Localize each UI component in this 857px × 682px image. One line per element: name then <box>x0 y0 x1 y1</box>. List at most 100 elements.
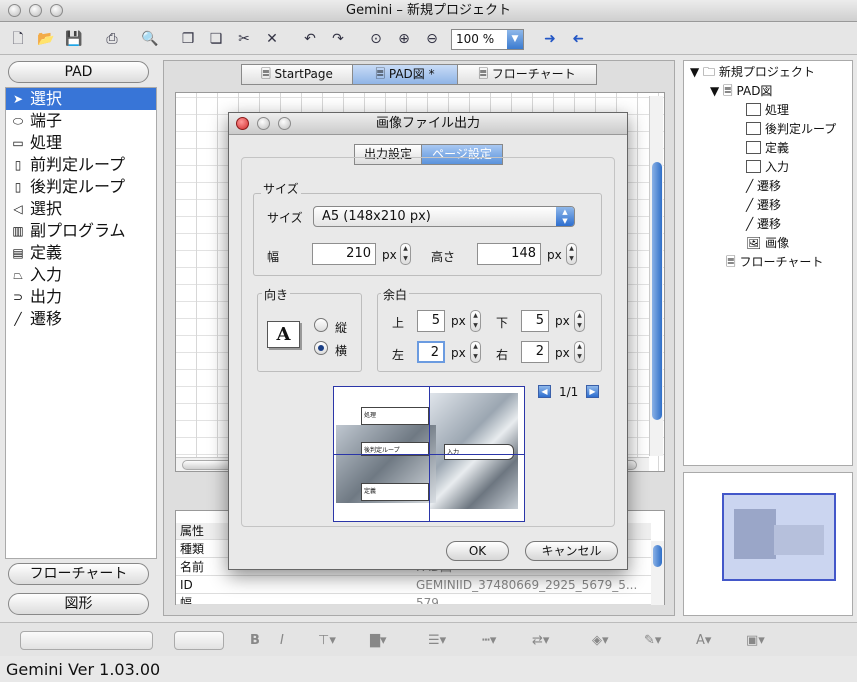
tree-item-transition[interactable]: ╱ 遷移 <box>746 215 781 234</box>
bold-icon[interactable]: B <box>250 633 260 648</box>
zoom-fit-icon[interactable]: ⊙ <box>366 29 386 49</box>
font-size-select[interactable] <box>174 631 224 650</box>
delete-icon[interactable]: ✕ <box>262 29 282 49</box>
zoom-window-button[interactable] <box>50 4 63 17</box>
zoom-select[interactable]: 100 % ▼ <box>451 29 524 50</box>
tree-item-flowchart[interactable]: 🗏 フローチャート <box>726 253 823 272</box>
tab-pad-diagram[interactable]: 🗏 PAD図 * <box>352 64 458 85</box>
close-window-button[interactable] <box>8 4 21 17</box>
palette-item-post-loop[interactable]: ▯ 後判定ループ <box>6 176 156 198</box>
minimap-shape <box>774 525 824 555</box>
cut-icon[interactable]: ✂ <box>234 29 254 49</box>
minimize-dialog-button[interactable] <box>257 117 270 130</box>
zoom-in-icon[interactable]: ⊕ <box>394 29 414 49</box>
print-icon[interactable]: ⎙ <box>102 29 122 49</box>
table-row[interactable]: ID GEMINIID_37480669_2925_5679_5... <box>176 577 651 594</box>
tree-item-post-loop[interactable]: 後判定ループ <box>746 120 836 139</box>
print-preview-icon[interactable]: 🔍 <box>140 29 160 49</box>
width-stepper[interactable]: ▲ ▼ <box>400 243 411 265</box>
shadow-icon[interactable]: ▣▾ <box>746 633 765 648</box>
fill-color-icon[interactable]: ◈▾ <box>592 633 609 648</box>
paste-icon[interactable]: ❏ <box>206 29 226 49</box>
new-file-icon[interactable]: 🗋 <box>8 29 28 49</box>
margin-bottom-unit: px <box>555 314 570 328</box>
tree-item-input[interactable]: 入力 <box>746 158 789 177</box>
previous-page-button[interactable]: ◀ <box>538 385 551 398</box>
tree-item-image[interactable]: 🖼 画像 <box>746 234 789 253</box>
margin-group-label: 余白 <box>381 286 410 303</box>
property-scrollbar[interactable] <box>651 541 664 605</box>
shape-palette: ➤ 選択 ⬭ 端子 ▭ 処理 ▯ 前判定ループ ▯ 後判定ループ ◁ 選択 ▥ 副プログラム … <box>5 87 157 559</box>
scroll-thumb[interactable] <box>653 545 662 567</box>
disclosure-triangle-icon[interactable]: ▼ <box>690 65 703 79</box>
overview-minimap[interactable] <box>683 472 853 616</box>
flowchart-palette-button[interactable]: フローチャート <box>8 563 149 585</box>
text-color-icon[interactable]: A▾ <box>696 633 711 648</box>
disclosure-triangle-icon[interactable]: ▼ <box>710 84 723 98</box>
align-top-icon[interactable]: ⊤▾ <box>318 633 336 648</box>
page-icon: 🗏 <box>723 84 737 98</box>
margin-left-stepper[interactable]: ▲ ▼ <box>470 341 481 363</box>
tree-item-process[interactable]: 処理 <box>746 101 789 120</box>
margin-right-field[interactable]: 2 <box>521 341 549 363</box>
italic-icon[interactable]: I <box>280 633 284 648</box>
open-folder-icon[interactable]: 📂 <box>36 29 56 49</box>
palette-item-pre-loop[interactable]: ▯ 前判定ループ <box>6 154 156 176</box>
palette-item-transition[interactable]: ╱ 遷移 <box>6 308 156 330</box>
arrow-left-icon[interactable]: ➜ <box>568 29 588 49</box>
margin-top-stepper[interactable]: ▲ ▼ <box>470 310 481 332</box>
palette-item-definition[interactable]: ▤ 定義 <box>6 242 156 264</box>
width-field[interactable]: 210 <box>312 243 376 265</box>
pad-palette-button[interactable]: PAD <box>8 61 149 83</box>
palette-item-selection[interactable]: ◁ 選択 <box>6 198 156 220</box>
tree-item-pad[interactable]: ▼ 🗏 PAD図 <box>710 82 772 101</box>
landscape-radio[interactable] <box>314 341 328 355</box>
palette-item-process[interactable]: ▭ 処理 <box>6 132 156 154</box>
zoom-dialog-button[interactable] <box>278 117 291 130</box>
height-stepper[interactable]: ▲ ▼ <box>566 243 577 265</box>
line-color-icon[interactable]: ✎▾ <box>644 633 661 648</box>
copy-icon[interactable]: ❐ <box>178 29 198 49</box>
line-width-icon[interactable]: ☰▾ <box>428 633 446 648</box>
font-family-select[interactable] <box>20 631 153 650</box>
portrait-radio[interactable] <box>314 318 328 332</box>
paper-size-select[interactable]: A5 (148x210 px) ▲ ▼ <box>313 206 575 227</box>
ok-button[interactable]: OK <box>446 541 509 561</box>
scroll-thumb[interactable] <box>652 162 662 420</box>
close-dialog-button[interactable] <box>236 117 249 130</box>
palette-item-input[interactable]: ⏢ 入力 <box>6 264 156 286</box>
zoom-out-icon[interactable]: ⊖ <box>422 29 442 49</box>
margin-bottom-field[interactable]: 5 <box>521 310 549 332</box>
table-row[interactable]: 幅 579 <box>176 595 651 605</box>
align-middle-icon[interactable]: ▇▾ <box>370 633 387 648</box>
arrow-right-icon[interactable]: ➜ <box>540 29 560 49</box>
tree-item-transition[interactable]: ╱ 遷移 <box>746 177 781 196</box>
palette-item-output[interactable]: ⊃ 出力 <box>6 286 156 308</box>
line-style-icon[interactable]: ┅▾ <box>482 633 496 648</box>
output-shape-icon: ⊃ <box>12 290 24 304</box>
cancel-button[interactable]: キャンセル <box>525 541 618 561</box>
save-icon[interactable]: 💾 <box>64 29 84 49</box>
palette-item-terminal[interactable]: ⬭ 端子 <box>6 110 156 132</box>
tree-item-project[interactable]: ▼ 🗀 新規プロジェクト <box>690 63 815 82</box>
tab-flowchart[interactable]: 🗏 フローチャート <box>457 64 597 85</box>
shape-palette-button[interactable]: 図形 <box>8 593 149 615</box>
tab-startpage[interactable]: 🗏 StartPage <box>241 64 353 85</box>
tree-item-definition[interactable]: 定義 <box>746 139 789 158</box>
margin-bottom-stepper[interactable]: ▲ ▼ <box>574 310 585 332</box>
minimize-window-button[interactable] <box>29 4 42 17</box>
arrow-style-icon[interactable]: ⇄▾ <box>532 633 549 648</box>
margin-left-field[interactable]: 2 <box>417 341 445 363</box>
canvas-vertical-scrollbar[interactable] <box>649 96 663 456</box>
tree-item-transition[interactable]: ╱ 遷移 <box>746 196 781 215</box>
next-page-button[interactable]: ▶ <box>586 385 599 398</box>
palette-item-subprogram[interactable]: ▥ 副プログラム <box>6 220 156 242</box>
height-field[interactable]: 148 <box>477 243 541 265</box>
redo-icon[interactable]: ↷ <box>328 29 348 49</box>
margin-top-field[interactable]: 5 <box>417 310 445 332</box>
minimap-viewport[interactable] <box>722 493 836 581</box>
undo-icon[interactable]: ↶ <box>300 29 320 49</box>
margin-right-stepper[interactable]: ▲ ▼ <box>574 341 585 363</box>
dialog-title: 画像ファイル出力 <box>375 116 480 131</box>
palette-item-select[interactable]: ➤ 選択 <box>6 88 156 110</box>
